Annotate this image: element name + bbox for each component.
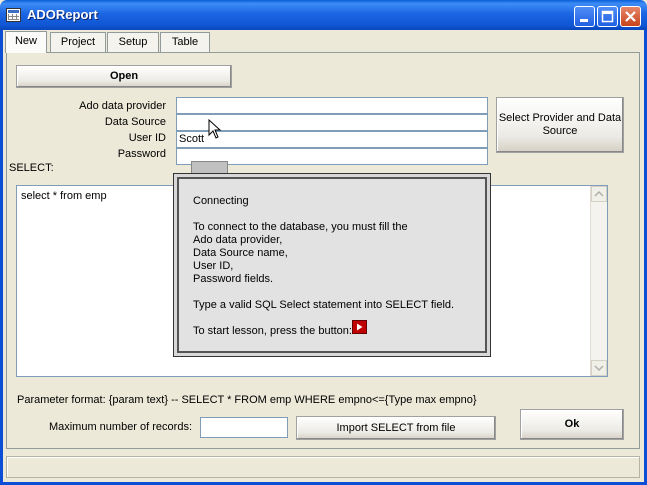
chevron-down-icon	[594, 365, 604, 372]
lesson-popup: Connecting To connect to the database, y…	[173, 173, 491, 357]
open-button[interactable]: Open	[16, 65, 232, 88]
popup-line: User ID,	[193, 260, 234, 272]
close-icon	[625, 11, 636, 22]
password-label: Password	[117, 148, 166, 160]
window-frame-left	[0, 30, 3, 485]
minimize-button[interactable]	[574, 6, 595, 27]
popup-line: To connect to the database, you must fil…	[193, 221, 408, 233]
tab-new[interactable]: New	[5, 31, 47, 53]
tab-label: Setup	[118, 36, 148, 48]
play-icon	[357, 323, 363, 331]
maximize-icon	[601, 10, 614, 23]
popup-line: Ado data provider,	[193, 234, 283, 246]
close-button[interactable]	[620, 6, 641, 27]
select-text: select * from emp	[21, 190, 107, 202]
tab-project[interactable]: Project	[50, 32, 106, 52]
max-records-field[interactable]	[200, 417, 288, 438]
import-select-button[interactable]: Import SELECT from file	[296, 416, 496, 440]
ado-provider-field[interactable]	[176, 97, 488, 114]
popup-title: Connecting	[193, 195, 249, 207]
tab-table[interactable]: Table	[160, 32, 210, 52]
tab-label: New	[14, 35, 37, 47]
user-id-label: User ID	[128, 132, 166, 144]
mouse-cursor-icon	[208, 119, 222, 139]
status-bar	[6, 456, 640, 478]
popup-line: Password fields.	[193, 273, 274, 285]
window-title: ADOReport	[27, 7, 98, 22]
select-provider-button[interactable]: Select Provider and Data Source	[496, 97, 624, 153]
maximize-button[interactable]	[597, 6, 618, 27]
popup-line: Type a valid SQL Select statement into S…	[193, 299, 455, 311]
chevron-up-icon	[594, 190, 604, 197]
popup-line: To start lesson, press the button:	[193, 325, 352, 337]
start-lesson-button[interactable]	[352, 320, 367, 334]
vertical-scrollbar[interactable]	[590, 186, 607, 376]
parameter-format-hint: Parameter format: {param text} -- SELECT…	[17, 394, 477, 406]
data-source-label: Data Source	[104, 116, 166, 128]
popup-line: Data Source name,	[193, 247, 288, 259]
select-label: SELECT:	[9, 162, 54, 174]
ado-provider-label: Ado data provider	[79, 100, 166, 112]
tab-label: Table	[171, 36, 199, 48]
tab-setup[interactable]: Setup	[107, 32, 159, 52]
app-icon	[6, 8, 21, 22]
user-id-field[interactable]: Scott	[176, 131, 488, 148]
lesson-popup-body: Connecting To connect to the database, y…	[177, 177, 487, 353]
minimize-icon	[580, 19, 588, 22]
max-records-label: Maximum number of records:	[48, 421, 192, 433]
ok-button[interactable]: Ok	[520, 409, 624, 440]
scroll-up-button[interactable]	[591, 186, 607, 202]
tab-label: Project	[60, 36, 96, 48]
scroll-down-button[interactable]	[591, 360, 607, 376]
data-source-field[interactable]	[176, 114, 488, 131]
